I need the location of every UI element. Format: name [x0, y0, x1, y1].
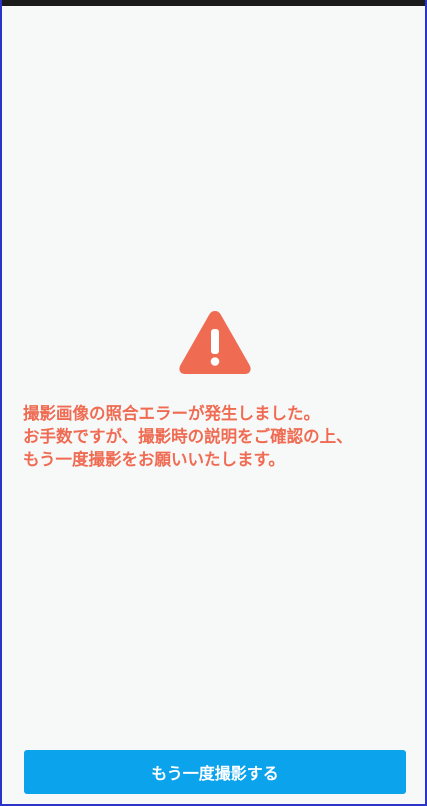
error-message-line-3: もう一度撮影をお願いいたします。	[23, 450, 285, 469]
error-message: 撮影画像の照合エラーが発生しました。 お手数ですが、撮影時の説明をご確認の上、 …	[23, 402, 413, 471]
warning-icon	[179, 311, 251, 374]
error-message-line-1: 撮影画像の照合エラーが発生しました。	[23, 404, 320, 423]
app-screen: 撮影画像の照合エラーが発生しました。 お手数ですが、撮影時の説明をご確認の上、 …	[0, 0, 427, 806]
status-bar	[2, 0, 425, 6]
retake-photo-button[interactable]: もう一度撮影する	[24, 750, 406, 794]
error-message-line-2: お手数ですが、撮影時の説明をご確認の上、	[23, 427, 353, 446]
